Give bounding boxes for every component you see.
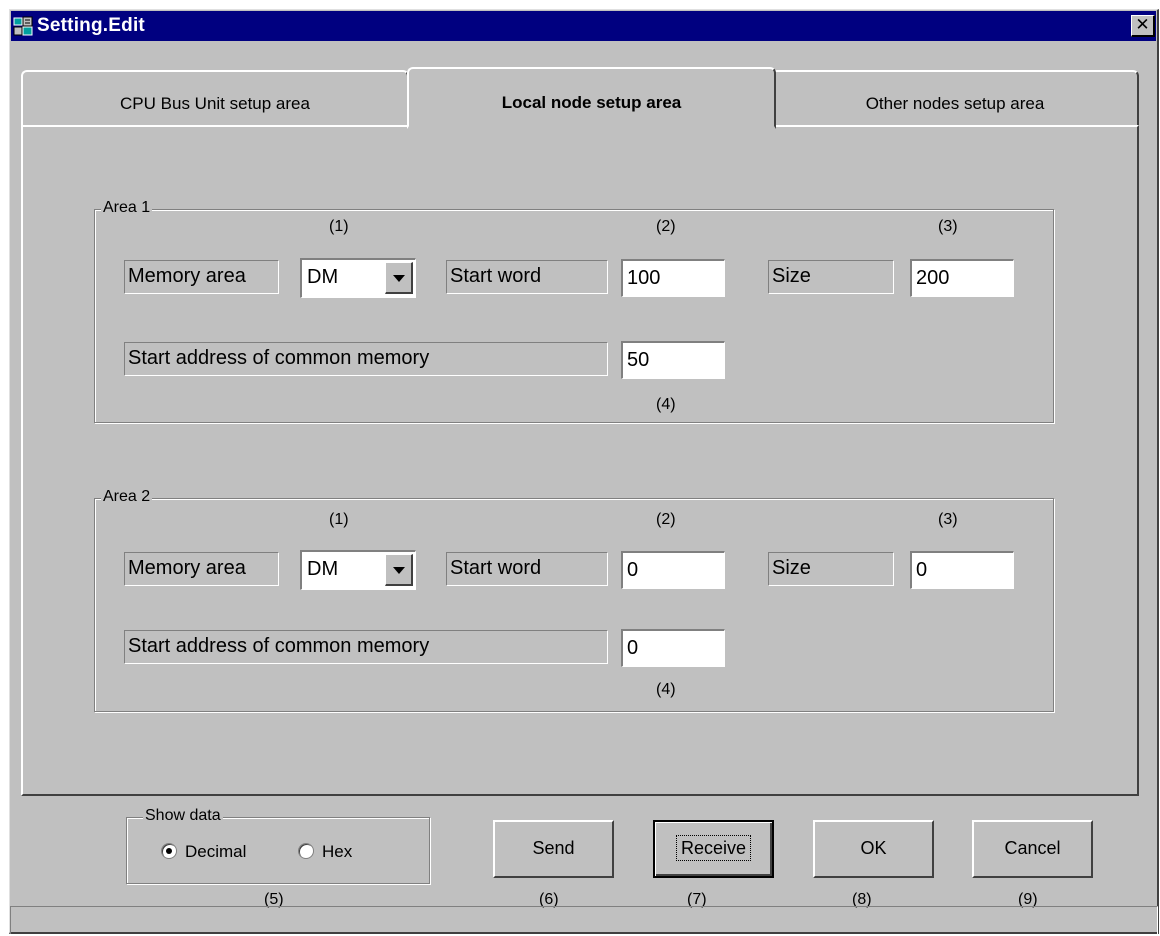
memory-area-select[interactable]: DM [300, 258, 416, 298]
area-2-label: Area 2 [101, 488, 153, 506]
radio-unchecked-icon [298, 843, 314, 859]
common-memory-label: Start address of common memory [124, 342, 608, 376]
marker-4: (4) [656, 396, 676, 413]
area-2-group: Area 2 (1) (2) (3) Memory area DM Start … [94, 488, 1054, 712]
marker-3: (3) [938, 218, 958, 235]
decimal-label: Decimal [185, 842, 247, 861]
size-input[interactable] [910, 551, 1014, 589]
tab-cpu-bus-unit[interactable]: CPU Bus Unit setup area [21, 70, 409, 127]
size-input[interactable] [910, 259, 1014, 297]
marker-3: (3) [938, 511, 958, 528]
common-memory-input[interactable] [621, 629, 725, 667]
marker-2: (2) [656, 511, 676, 528]
window-title: Setting.Edit [37, 15, 145, 36]
memory-area-value: DM [307, 266, 339, 288]
close-icon: ✕ [1135, 15, 1150, 35]
cancel-label: Cancel [1004, 838, 1061, 858]
chevron-down-icon[interactable] [385, 554, 413, 586]
area-1-label: Area 1 [101, 199, 153, 217]
area-1-group: Area 1 (1) (2) (3) Memory area DM Start … [94, 199, 1054, 423]
tab-label: Local node setup area [501, 93, 682, 112]
memory-area-label: Memory area [124, 260, 279, 294]
ok-button[interactable]: OK [813, 820, 934, 878]
marker-4: (4) [656, 681, 676, 698]
hex-radio[interactable]: Hex [298, 842, 352, 862]
size-label: Size [768, 260, 894, 294]
memory-area-value: DM [307, 558, 339, 580]
marker-1: (1) [329, 218, 349, 235]
size-label: Size [768, 552, 894, 586]
start-word-input[interactable] [621, 259, 725, 297]
receive-button[interactable]: Receive [653, 820, 774, 878]
tab-local-node-active[interactable]: Local node setup area [407, 67, 776, 129]
tab-panel-local-node: Area 1 (1) (2) (3) Memory area DM Start … [21, 125, 1139, 796]
app-icon [13, 16, 33, 36]
start-word-label: Start word [446, 552, 608, 586]
tab-local-node[interactable]: Other nodes setup area [771, 70, 1139, 127]
memory-area-select[interactable]: DM [300, 550, 416, 590]
tab-label: CPU Bus Unit setup area [120, 94, 310, 113]
hex-label: Hex [322, 842, 353, 861]
show-data-label: Show data [143, 807, 223, 825]
send-button[interactable]: Send [493, 820, 614, 878]
chevron-down-icon[interactable] [385, 262, 413, 294]
marker-1: (1) [329, 511, 349, 528]
tab-label: Other nodes setup area [865, 94, 1045, 113]
cancel-button[interactable]: Cancel [972, 820, 1093, 878]
common-memory-input[interactable] [621, 341, 725, 379]
memory-area-label: Memory area [124, 552, 279, 586]
marker-2: (2) [656, 218, 676, 235]
receive-label: Receive [675, 835, 752, 861]
decimal-radio[interactable]: Decimal [161, 842, 246, 862]
radio-checked-icon [161, 843, 177, 859]
start-word-input[interactable] [621, 551, 725, 589]
ok-label: OK [860, 838, 887, 858]
status-bar [10, 906, 1158, 934]
title-bar[interactable]: Setting.Edit ✕ [11, 11, 1156, 41]
send-label: Send [532, 838, 575, 858]
show-data-group: Show data Decimal Hex [126, 807, 430, 884]
start-word-label: Start word [446, 260, 608, 294]
common-memory-label: Start address of common memory [124, 630, 608, 664]
close-button[interactable]: ✕ [1131, 15, 1155, 37]
